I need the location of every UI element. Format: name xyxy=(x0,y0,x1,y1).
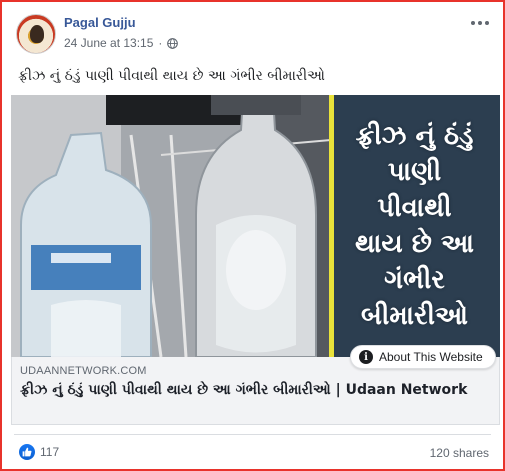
post-timestamp[interactable]: 24 June at 13:15 xyxy=(64,36,153,50)
link-title[interactable]: ફ્રીઝ નું ઠંડું પાણી પીવાથી થાય છે આ ગંભ… xyxy=(20,381,490,399)
overlay-line: ફ્રીઝ નું ઠંડું xyxy=(355,121,474,151)
reactions-summary[interactable]: 117 xyxy=(19,444,59,460)
post-header: Pagal Gujju 24 June at 13:15 · xyxy=(2,2,503,64)
overlay-line: ગંભીર xyxy=(384,265,445,295)
post-meta: 24 June at 13:15 · xyxy=(64,36,179,50)
bottles-photo xyxy=(11,95,331,357)
about-website-button[interactable]: i About This Website xyxy=(350,345,496,369)
overlay-accent-bar xyxy=(329,95,334,357)
shares-count[interactable]: 120 shares xyxy=(430,446,489,460)
overlay-line: બીમારીઓ xyxy=(361,301,468,331)
like-icon xyxy=(19,444,35,460)
reaction-count: 117 xyxy=(40,445,60,459)
about-website-label: About This Website xyxy=(379,350,483,364)
link-preview-image[interactable]: ફ્રીઝ નું ઠંડું પાણી પીવાથી થાય છે આ ગંભ… xyxy=(11,95,500,357)
overlay-line: પીવાથી xyxy=(377,193,452,223)
globe-icon[interactable] xyxy=(167,37,179,49)
link-domain: UDAANNETWORK.COM xyxy=(20,365,147,377)
info-icon: i xyxy=(359,350,373,364)
overlay-text-panel: ફ્રીઝ નું ઠંડું પાણી પીવાથી થાય છે આ ગંભ… xyxy=(329,95,500,357)
more-options-icon[interactable] xyxy=(469,16,491,30)
footer-divider xyxy=(14,434,491,435)
page-avatar[interactable] xyxy=(16,14,56,54)
meta-separator: · xyxy=(158,36,163,50)
page-name-link[interactable]: Pagal Gujju xyxy=(64,15,136,30)
overlay-line: પાણી xyxy=(387,157,442,187)
post-text: ફ્રીઝ નું ઠંડું પાણી પીવાથી થાય છે આ ગંભ… xyxy=(18,68,325,84)
overlay-line: થાય છે આ xyxy=(355,229,474,259)
post-card: Pagal Gujju 24 June at 13:15 · ફ્રીઝ નું… xyxy=(0,0,505,471)
